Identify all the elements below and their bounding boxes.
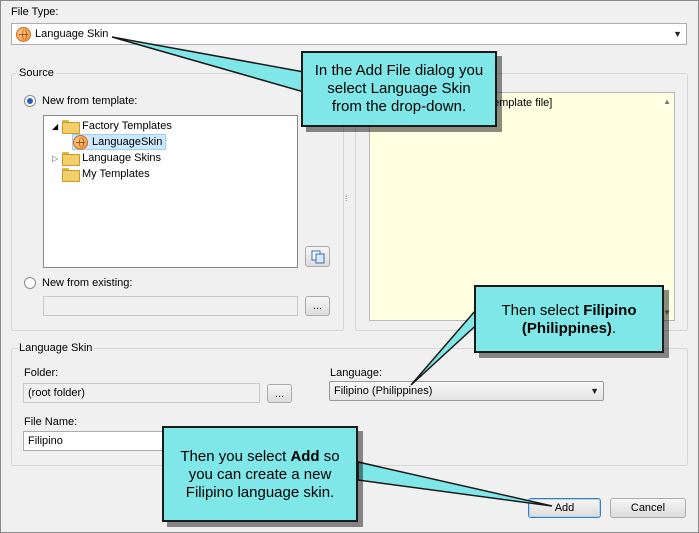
callout-select-filipino: Then select Filipino (Philippines). [474,285,664,353]
callout-one-text: In the Add File dialog you select Langua… [314,62,484,115]
callout-one-pointer [111,36,305,93]
callout-select-add: Then you select Add so you can create a … [162,426,358,522]
callout-two-suffix: . [611,320,617,337]
callout-two-prefix: Then select [501,302,584,319]
callout-three-pointer [357,461,553,507]
callout-three-bold: Add [290,448,320,465]
callout-three-prefix: Then you select [180,448,291,465]
callout-select-language-skin: In the Add File dialog you select Langua… [301,51,497,127]
